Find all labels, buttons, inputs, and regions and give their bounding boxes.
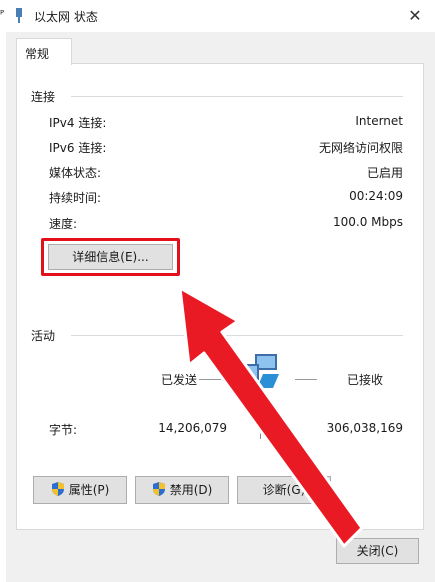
- connection-section-label: 连接: [31, 90, 56, 104]
- window-title: 以太网 状态: [34, 10, 98, 24]
- ipv4-label: IPv4 连接:: [49, 116, 107, 130]
- activity-divider: [71, 335, 403, 336]
- ipv6-label: IPv6 连接:: [49, 141, 107, 155]
- connection-divider: [71, 96, 403, 97]
- duration-label: 持续时间:: [49, 191, 102, 205]
- sent-line: [199, 379, 221, 380]
- speed-value: 100.0 Mbps: [332, 215, 403, 229]
- bytes-received-value: 306,038,169: [326, 421, 403, 435]
- sent-label: 已发送: [160, 373, 197, 387]
- bytes-label: 字节:: [49, 423, 78, 437]
- uac-shield-icon: [152, 482, 165, 496]
- disable-label: 禁用(D): [169, 483, 213, 497]
- tab-general-label: 常规: [25, 47, 50, 61]
- highlight-box: [41, 238, 180, 276]
- media-state-value: 已启用: [366, 166, 403, 180]
- activity-section-label: 活动: [31, 329, 56, 343]
- uac-shield-icon: [51, 482, 64, 496]
- network-computers-icon: [237, 354, 279, 388]
- properties-label: 属性(P): [68, 483, 110, 497]
- bytes-sent-value: 14,206,079: [158, 421, 227, 435]
- speed-label: 速度:: [49, 217, 78, 231]
- diagnose-button[interactable]: 诊断(G): [237, 476, 331, 504]
- title-bar[interactable]: 以太网 状态 ✕: [6, 0, 435, 32]
- background-text-fragment: ᴾ: [0, 8, 5, 21]
- media-state-label: 媒体状态:: [49, 166, 102, 180]
- ipv6-value: 无网络访问权限: [318, 141, 403, 155]
- close-icon[interactable]: ✕: [403, 4, 427, 28]
- received-label: 已接收: [347, 373, 384, 387]
- ethernet-status-dialog: 以太网 状态 ✕ 常规 连接 IPv4 连接: Internet IPv6 连接…: [6, 0, 435, 582]
- general-panel: 连接 IPv4 连接: Internet IPv6 连接: 无网络访问权限 媒体…: [16, 63, 424, 530]
- bytes-separator: [260, 419, 261, 439]
- ipv4-value: Internet: [355, 114, 403, 128]
- close-button[interactable]: 关闭(C): [336, 538, 419, 564]
- disable-button[interactable]: 禁用(D): [135, 476, 229, 504]
- properties-button[interactable]: 属性(P): [33, 476, 127, 504]
- duration-value: 00:24:09: [349, 189, 403, 203]
- tab-general[interactable]: 常规: [16, 38, 72, 65]
- received-line: [295, 379, 317, 380]
- network-adapter-icon: [16, 8, 22, 23]
